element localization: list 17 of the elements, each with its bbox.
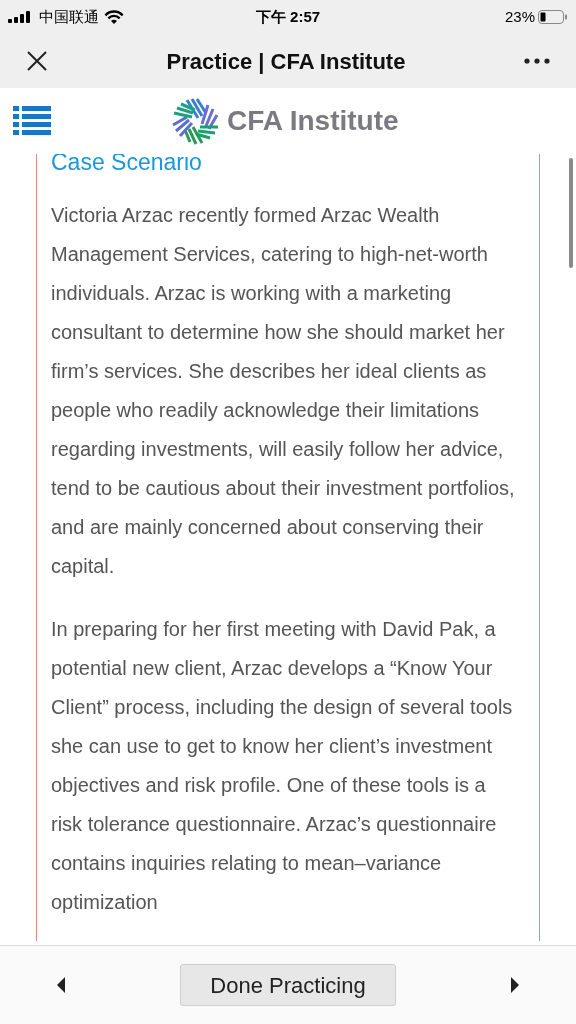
paragraph: In preparing for her first meeting with David Pak, a potential new client, Arzac develops a “Know Your Client” process, including the design of several tools she can use to get to know her client’s investment objectives and risk profile. One of these tools is a risk tolerance questionnaire. Arzac’s questionnaire contains inquiries relating to mean–variance optimization: [51, 617, 514, 915]
next-arrow-icon[interactable]: [510, 977, 520, 993]
page-title: Practice | CFA Institute: [166, 47, 406, 76]
logo-text: CFA Institute: [227, 104, 399, 138]
close-icon[interactable]: [26, 50, 48, 72]
section-heading: Case Scenario: [51, 154, 203, 174]
done-practicing-button[interactable]: Done Practicing: [180, 964, 396, 1006]
menu-icon[interactable]: [13, 106, 51, 136]
battery-icon: [538, 10, 568, 24]
logo-icon: [171, 96, 221, 146]
previous-arrow-icon[interactable]: [56, 977, 66, 993]
wifi-icon: [104, 9, 124, 25]
more-icon[interactable]: [524, 58, 550, 64]
battery-percentage: 23%: [504, 6, 535, 27]
paragraph: Victoria Arzac recently formed Arzac Wealth Management Services, catering to high-net-worth individuals. Arzac is working with a marketing consultant to determine how she should market her firm’s services. She describes her ideal clients as people who readily acknowledge their limitations regarding investments, will easily follow her advice, tend to be cautious about their investment portfolios, and are mainly concerned about conserving their capital.: [51, 203, 516, 579]
carrier-name: 中国联通: [39, 6, 99, 27]
clock-time: 下午 2:57: [255, 6, 321, 27]
